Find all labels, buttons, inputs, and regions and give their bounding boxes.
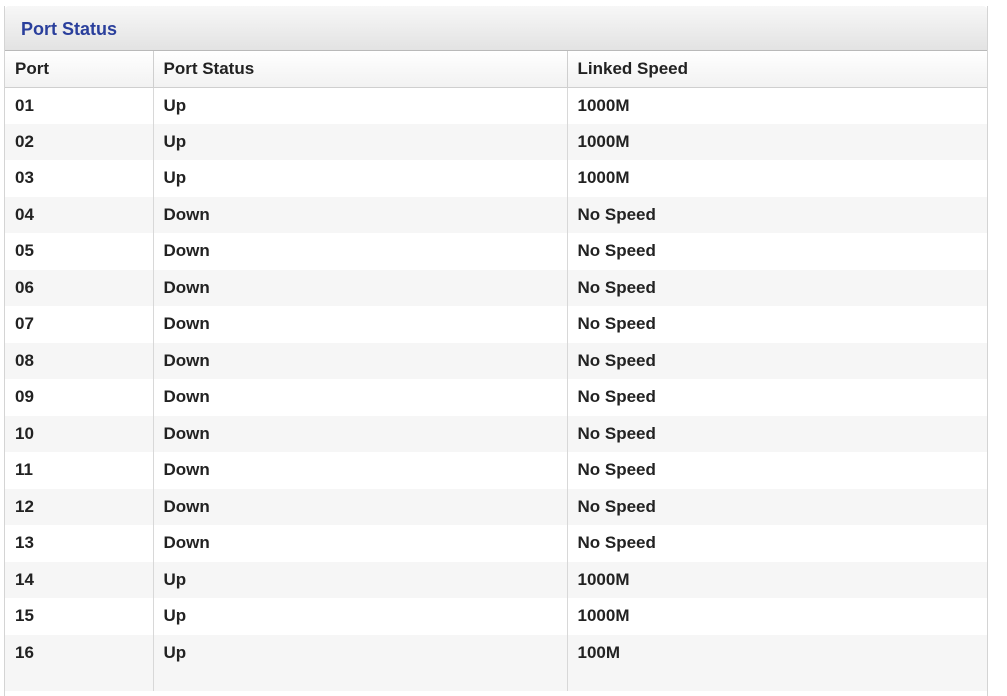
linked-speed-cell: No Speed [567,452,987,489]
port-status-cell: Down [153,379,568,416]
linked-speed-cell: No Speed [567,525,987,562]
port-status-cell: Up [153,123,568,160]
port-cell: 09 [5,379,154,416]
linked-speed-cell: No Speed [567,379,987,416]
port-cell: 01 [5,87,154,124]
port-status-cell: Down [153,415,568,452]
port-status-cell: Up [153,598,568,635]
linked-speed-cell: No Speed [567,415,987,452]
empty-cell [567,671,987,691]
port-status-cell: Down [153,233,568,270]
empty-cell [5,671,154,691]
port-status-table: Port Port Status Linked Speed 01 Up 1000M 0… [5,51,987,691]
table-row: 12 Down No Speed [5,488,987,525]
linked-speed-cell: No Speed [567,342,987,379]
panel-header: Port Status [5,6,987,51]
port-cell: 15 [5,598,154,635]
table-header-row: Port Port Status Linked Speed [5,51,987,88]
linked-speed-cell: 1000M [567,160,987,197]
linked-speed-cell: No Speed [567,306,987,343]
port-cell: 06 [5,269,154,306]
port-status-cell: Down [153,196,568,233]
port-status-panel: Port Status Port Port Status Linked Spee… [4,6,988,696]
port-status-cell: Up [153,561,568,598]
empty-cell [153,671,568,691]
table-row: 07 Down No Speed [5,306,987,343]
port-status-cell: Down [153,306,568,343]
linked-speed-cell: 1000M [567,598,987,635]
linked-speed-cell: No Speed [567,233,987,270]
column-header-port: Port [5,51,154,88]
port-cell: 10 [5,415,154,452]
port-status-cell: Up [153,87,568,124]
table-row: 02 Up 1000M [5,123,987,160]
linked-speed-cell: No Speed [567,488,987,525]
linked-speed-cell: 1000M [567,561,987,598]
linked-speed-cell: No Speed [567,196,987,233]
port-cell: 08 [5,342,154,379]
port-status-cell: Up [153,160,568,197]
panel-title: Port Status [21,18,118,39]
linked-speed-cell: 1000M [567,87,987,124]
port-cell: 14 [5,561,154,598]
port-status-cell: Down [153,525,568,562]
port-cell: 16 [5,634,154,671]
port-status-cell: Up [153,634,568,671]
port-cell: 03 [5,160,154,197]
table-row: 08 Down No Speed [5,342,987,379]
table-row: 15 Up 1000M [5,598,987,635]
port-cell: 05 [5,233,154,270]
port-cell: 13 [5,525,154,562]
column-header-linked-speed: Linked Speed [567,51,987,88]
port-cell: 11 [5,452,154,489]
linked-speed-cell: No Speed [567,269,987,306]
column-header-port-status: Port Status [153,51,568,88]
table-row: 01 Up 1000M [5,87,987,124]
port-status-cell: Down [153,269,568,306]
table-row: 16 Up 100M [5,634,987,671]
table-body: 01 Up 1000M 02 Up 1000M 03 Up 1000M 04 Down No Spee… [5,87,987,691]
table-row: 13 Down No Speed [5,525,987,562]
table-row: 04 Down No Speed [5,196,987,233]
table-row: 10 Down No Speed [5,415,987,452]
table-row-empty [5,671,987,691]
table-row: 03 Up 1000M [5,160,987,197]
port-status-cell: Down [153,452,568,489]
port-cell: 07 [5,306,154,343]
table-row: 09 Down No Speed [5,379,987,416]
table-row: 05 Down No Speed [5,233,987,270]
linked-speed-cell: 100M [567,634,987,671]
table-row: 14 Up 1000M [5,561,987,598]
port-status-cell: Down [153,488,568,525]
port-cell: 02 [5,123,154,160]
table-row: 06 Down No Speed [5,269,987,306]
linked-speed-cell: 1000M [567,123,987,160]
port-status-cell: Down [153,342,568,379]
table-row: 11 Down No Speed [5,452,987,489]
port-cell: 12 [5,488,154,525]
port-cell: 04 [5,196,154,233]
